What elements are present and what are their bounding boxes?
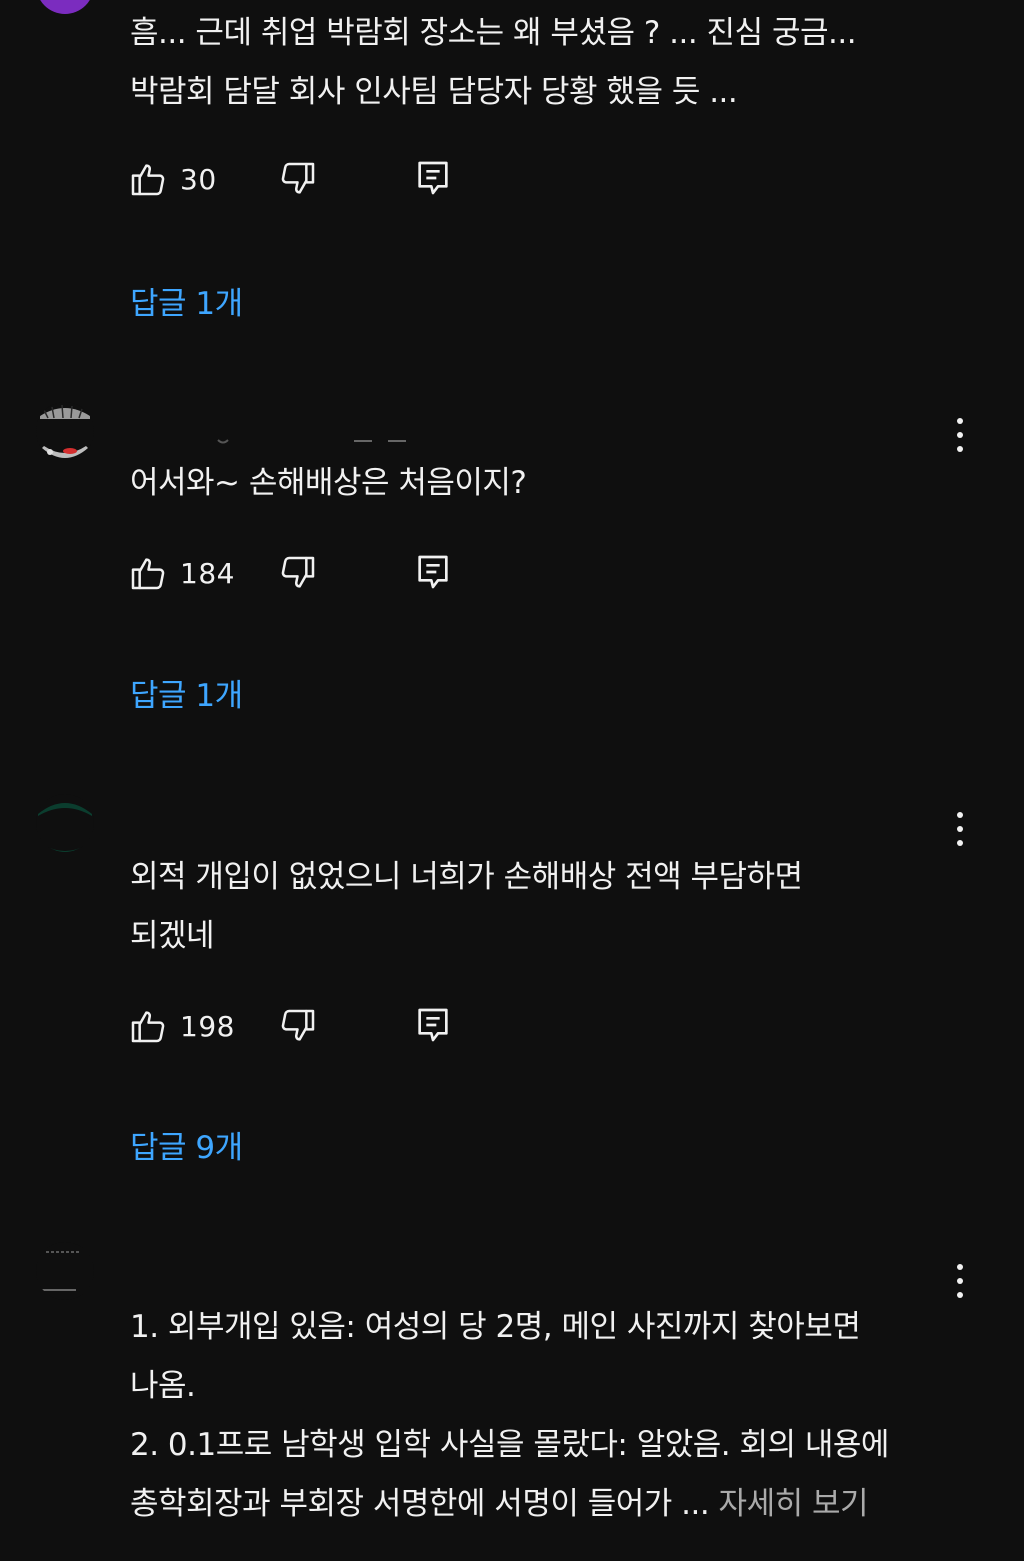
comment-thread: 흠... 근데 취업 박람회 장소는 왜 부셨음 ? ... 진심 궁금... … bbox=[0, 0, 1024, 340]
comment-actions: 184 bbox=[128, 550, 488, 596]
thumbs-up-icon bbox=[128, 159, 168, 199]
reply-button[interactable] bbox=[413, 552, 453, 592]
avatar[interactable] bbox=[36, 1242, 94, 1300]
like-button[interactable]: 184 bbox=[128, 550, 235, 596]
comment-menu-button[interactable] bbox=[944, 1260, 976, 1302]
comment-text-line: 외적 개입이 없었으니 너희가 손해배상 전액 부담하면 bbox=[130, 859, 803, 895]
like-count: 198 bbox=[180, 1009, 235, 1043]
reply-icon bbox=[413, 158, 453, 198]
thumbs-up-icon bbox=[128, 1006, 168, 1046]
comment-thread: 어서와~ 손해배상은 처음이지? 184 답글 1개 bbox=[0, 390, 1024, 730]
comment-text-line: 어서와~ 손해배상은 처음이지? bbox=[130, 465, 527, 501]
read-more-button[interactable]: 자세히 보기 bbox=[719, 1486, 869, 1522]
more-vert-icon-dot bbox=[957, 1278, 963, 1284]
comment-text-line: 나옴. bbox=[130, 1368, 196, 1404]
comment-text-line: 박람회 담달 회사 인사팀 담당자 당황 했을 듯 ... bbox=[130, 74, 738, 110]
dislike-button[interactable] bbox=[278, 159, 318, 199]
avatar[interactable] bbox=[36, 0, 94, 14]
more-vert-icon-dot bbox=[957, 812, 963, 818]
comment-text: 외적 개입이 없었으니 너희가 손해배상 전액 부담하면 되겠네 bbox=[130, 848, 930, 966]
avatar[interactable] bbox=[36, 794, 94, 852]
view-replies-button[interactable]: 답글 1개 bbox=[130, 278, 243, 323]
comment-text: 1. 외부개입 있음: 여성의 당 2명, 메인 사진까지 찾아보면 나옴. 2… bbox=[130, 1298, 930, 1534]
comment-text: 어서와~ 손해배상은 처음이지? bbox=[130, 454, 930, 513]
comment-menu-button[interactable] bbox=[944, 808, 976, 850]
comment-thread: 1. 외부개입 있음: 여성의 당 2명, 메인 사진까지 찾아보면 나옴. 2… bbox=[0, 1230, 1024, 1561]
comment-text-line: 1. 외부개입 있음: 여성의 당 2명, 메인 사진까지 찾아보면 bbox=[130, 1309, 861, 1345]
more-vert-icon-dot bbox=[957, 418, 963, 424]
like-count: 30 bbox=[180, 162, 217, 196]
comment-text-line: 총학회장과 부회장 서명한에 서명이 들어가 ... 자세히 보기 bbox=[130, 1475, 930, 1534]
like-button[interactable]: 30 bbox=[128, 156, 217, 202]
avatar-image bbox=[36, 1251, 80, 1291]
comment-actions: 30 bbox=[128, 156, 488, 202]
comment-thread: 외적 개입이 없었으니 너희가 손해배상 전액 부담하면 되겠네 198 답글 … bbox=[0, 784, 1024, 1184]
comment-text-line: 2. 0.1프로 남학생 입학 사실을 몰랐다: 알았음. 회의 내용에 bbox=[130, 1427, 889, 1463]
more-vert-icon-dot bbox=[957, 826, 963, 832]
more-vert-icon-dot bbox=[957, 840, 963, 846]
comment-menu-button[interactable] bbox=[944, 414, 976, 456]
reply-button[interactable] bbox=[413, 1005, 453, 1045]
reply-button[interactable] bbox=[413, 158, 453, 198]
view-replies-button[interactable]: 답글 9개 bbox=[130, 1122, 243, 1167]
avatar[interactable] bbox=[36, 402, 94, 460]
more-vert-icon-dot bbox=[957, 1264, 963, 1270]
dislike-button[interactable] bbox=[278, 553, 318, 593]
reply-icon bbox=[413, 1005, 453, 1045]
avatar-image bbox=[38, 803, 92, 852]
dislike-button[interactable] bbox=[278, 1006, 318, 1046]
comment-text-line: 되겠네 bbox=[130, 918, 215, 954]
comment-actions: 198 bbox=[128, 1003, 488, 1049]
thumbs-up-icon bbox=[128, 553, 168, 593]
author-name-redacted bbox=[217, 439, 406, 444]
avatar-image bbox=[36, 402, 94, 460]
thumbs-down-icon bbox=[278, 1006, 318, 1046]
author-name[interactable] bbox=[130, 426, 430, 446]
like-button[interactable]: 198 bbox=[128, 1003, 235, 1049]
more-vert-icon-dot bbox=[957, 432, 963, 438]
thumbs-down-icon bbox=[278, 159, 318, 199]
thumbs-down-icon bbox=[278, 553, 318, 593]
more-vert-icon-dot bbox=[957, 1292, 963, 1298]
comment-text-fragment: 총학회장과 부회장 서명한에 서명이 들어가 ... bbox=[130, 1486, 719, 1522]
more-vert-icon-dot bbox=[957, 446, 963, 452]
like-count: 184 bbox=[180, 556, 235, 590]
view-replies-button[interactable]: 답글 1개 bbox=[130, 670, 243, 715]
comment-text-line: 흠... 근데 취업 박람회 장소는 왜 부셨음 ? ... 진심 궁금... bbox=[130, 15, 857, 51]
reply-icon bbox=[413, 552, 453, 592]
comment-text: 흠... 근데 취업 박람회 장소는 왜 부셨음 ? ... 진심 궁금... … bbox=[130, 4, 930, 122]
